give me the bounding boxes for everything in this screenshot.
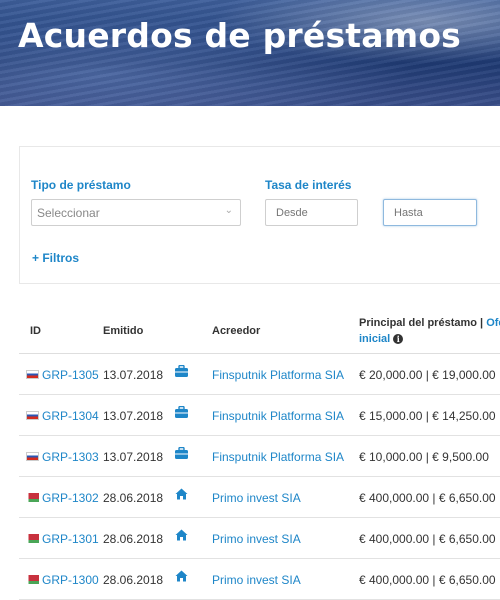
column-header-id[interactable]: ID	[30, 325, 41, 337]
table-header: ID Emitido Acreedor Principal del présta…	[19, 300, 500, 354]
chevron-down-icon: ⌄	[224, 205, 233, 216]
briefcase-icon	[175, 364, 188, 380]
loan-type-select[interactable]: Seleccionar ⌄	[31, 199, 241, 226]
home-icon	[175, 488, 188, 503]
loan-id-link[interactable]: GRP-1303	[42, 450, 99, 464]
table-body: GRP-1305 13.07.2018 Finsputnik Platforma S…	[19, 354, 500, 600]
column-header-offer-line2[interactable]: inicial i	[359, 333, 404, 345]
home-icon	[175, 570, 188, 585]
loan-id-link[interactable]: GRP-1304	[42, 409, 99, 423]
hero-banner: Acuerdos de préstamos	[0, 0, 500, 106]
issued-date: 13.07.2018	[103, 409, 164, 423]
table-row[interactable]: GRP-1305 13.07.2018 Finsputnik Platforma S…	[19, 354, 500, 395]
more-filters-link[interactable]: + Filtros	[32, 251, 79, 265]
loan-id-link[interactable]: GRP-1305	[42, 368, 99, 382]
loan-type-label: Tipo de préstamo	[31, 178, 131, 192]
creditor-link[interactable]: Finsputnik Platforma SIA	[212, 409, 344, 423]
issued-date: 13.07.2018	[103, 450, 164, 464]
column-header-offer-label-cont: inicial	[359, 333, 391, 345]
issued-date: 28.06.2018	[103, 491, 164, 505]
creditor-link[interactable]: Primo invest SIA	[212, 532, 301, 546]
creditor-link[interactable]: Finsputnik Platforma SIA	[212, 368, 344, 382]
principal-amount: € 400,000.00 | € 6,650.00	[359, 491, 496, 505]
issued-date: 28.06.2018	[103, 573, 164, 587]
home-icon	[175, 529, 188, 544]
principal-amount: € 20,000.00 | € 19,000.00	[359, 368, 496, 382]
info-icon[interactable]: i	[393, 334, 404, 344]
creditor-link[interactable]: Primo invest SIA	[212, 573, 301, 587]
table-row[interactable]: GRP-1303 13.07.2018 Finsputnik Platforma S…	[19, 436, 500, 477]
interest-from-input[interactable]	[265, 199, 358, 226]
column-header-creditor[interactable]: Acreedor	[212, 325, 260, 337]
loan-type-select-value: Seleccionar	[37, 206, 100, 220]
russia-flag-icon	[26, 411, 39, 420]
filter-panel: Tipo de préstamo Seleccionar ⌄ Tasa de i…	[19, 146, 500, 284]
loan-id-link[interactable]: GRP-1301	[42, 532, 99, 546]
russia-flag-icon	[26, 452, 39, 461]
table-row[interactable]: GRP-1302 28.06.2018 Primo invest SIA € 400,…	[19, 477, 500, 518]
column-header-principal[interactable]: Principal del préstamo | Ofe	[359, 317, 500, 329]
page-title: Acuerdos de préstamos	[18, 16, 462, 55]
briefcase-icon	[175, 405, 188, 421]
table-row[interactable]: GRP-1304 13.07.2018 Finsputnik Platforma S…	[19, 395, 500, 436]
loan-id-link[interactable]: GRP-1302	[42, 491, 99, 505]
briefcase-icon	[175, 446, 188, 462]
table-row[interactable]: GRP-1300 28.06.2018 Primo invest SIA € 400,…	[19, 559, 500, 600]
loans-table: ID Emitido Acreedor Principal del présta…	[19, 300, 500, 600]
issued-date: 13.07.2018	[103, 368, 164, 382]
column-header-principal-label: Principal del préstamo |	[359, 317, 484, 329]
principal-amount: € 400,000.00 | € 6,650.00	[359, 573, 496, 587]
creditor-link[interactable]: Primo invest SIA	[212, 491, 301, 505]
principal-amount: € 10,000.00 | € 9,500.00	[359, 450, 489, 464]
table-row[interactable]: GRP-1301 28.06.2018 Primo invest SIA € 400,…	[19, 518, 500, 559]
belarus-flag-icon	[26, 575, 39, 584]
interest-to-input[interactable]	[383, 199, 477, 226]
column-header-issued[interactable]: Emitido	[103, 325, 143, 337]
creditor-link[interactable]: Finsputnik Platforma SIA	[212, 450, 344, 464]
belarus-flag-icon	[26, 493, 39, 502]
principal-amount: € 15,000.00 | € 14,250.00	[359, 409, 496, 423]
issued-date: 28.06.2018	[103, 532, 164, 546]
loan-id-link[interactable]: GRP-1300	[42, 573, 99, 587]
column-header-offer-label: Ofe	[486, 317, 500, 329]
principal-amount: € 400,000.00 | € 6,650.00	[359, 532, 496, 546]
belarus-flag-icon	[26, 534, 39, 543]
russia-flag-icon	[26, 370, 39, 379]
interest-rate-label: Tasa de interés	[265, 178, 352, 192]
